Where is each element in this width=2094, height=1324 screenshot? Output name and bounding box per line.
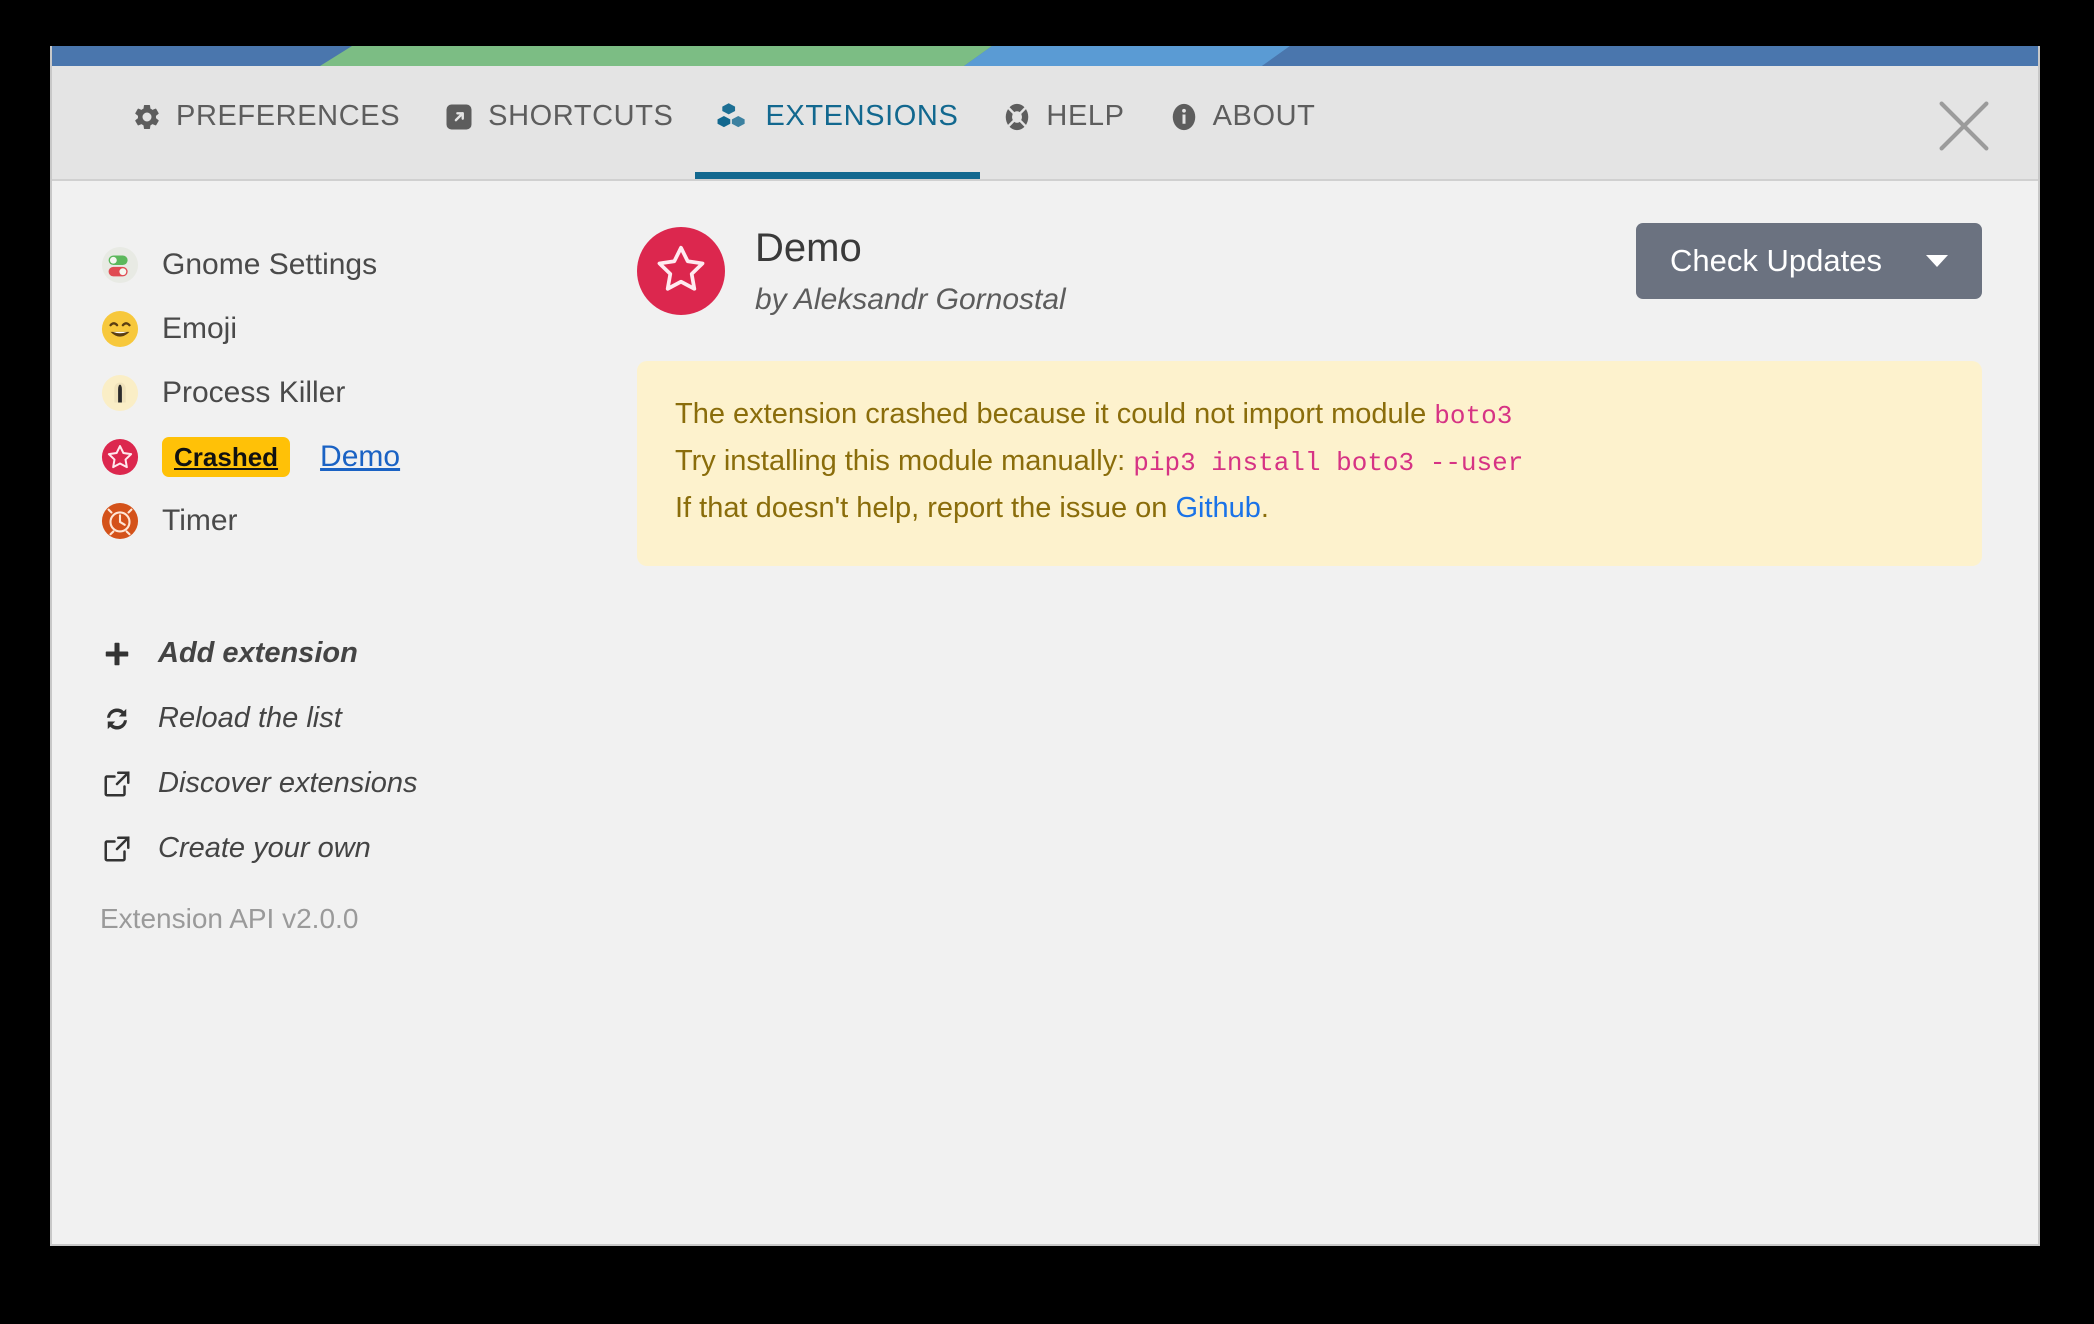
star-circle-icon xyxy=(100,437,140,477)
reload-list-button[interactable]: Reload the list xyxy=(100,686,597,751)
tab-about[interactable]: ABOUT xyxy=(1147,66,1338,179)
crash-install-command: pip3 install boto3 --user xyxy=(1133,447,1524,478)
sidebar-item-gnome-settings[interactable]: Gnome Settings xyxy=(100,233,597,297)
tab-label: SHORTCUTS xyxy=(488,100,674,132)
action-label: Reload the list xyxy=(158,702,342,734)
extension-header: Demo by Aleksandr Gornostal Check Update… xyxy=(637,223,1982,317)
sidebar-item-label[interactable]: Demo xyxy=(320,440,400,474)
crash-line-1: The extension crashed because it could n… xyxy=(675,391,1944,438)
sidebar-item-process-killer[interactable]: Process Killer xyxy=(100,361,597,425)
crash-line-3-suffix: . xyxy=(1260,491,1269,524)
crash-line-2-text: Try installing this module manually: xyxy=(675,444,1134,477)
crash-message-panel: The extension crashed because it could n… xyxy=(637,361,1982,566)
crash-line-2: Try installing this module manually: pip… xyxy=(675,438,1944,485)
crash-module-name: boto3 xyxy=(1434,401,1513,431)
body: Gnome Settings Emoji Process Killer Cras… xyxy=(52,181,2038,1244)
crash-line-1-text: The extension crashed because it could n… xyxy=(675,398,1435,430)
blocks-icon xyxy=(717,102,751,144)
close-icon[interactable] xyxy=(1932,94,1996,158)
crash-line-3-text: If that doesn't help, report the issue o… xyxy=(675,491,1176,524)
tab-extensions[interactable]: EXTENSIONS xyxy=(695,66,981,179)
page-title: Demo xyxy=(755,226,862,270)
tab-label: ABOUT xyxy=(1212,100,1316,132)
discover-extensions-button[interactable]: Discover extensions xyxy=(100,751,597,816)
star-icon xyxy=(637,227,725,315)
sidebar-item-emoji[interactable]: Emoji xyxy=(100,297,597,361)
external-link-icon xyxy=(100,767,134,801)
accent-segment-3 xyxy=(964,46,1290,66)
external-link-box-icon xyxy=(444,102,474,144)
accent-segment-1 xyxy=(52,46,352,66)
github-link[interactable]: Github xyxy=(1175,492,1260,524)
sidebar: Gnome Settings Emoji Process Killer Cras… xyxy=(52,181,597,1244)
extension-manager-window: PREFERENCES SHORTCUTS EXTENSIONS HELP AB… xyxy=(50,46,2040,1246)
tab-label: HELP xyxy=(1046,100,1125,132)
detail-pane: Demo by Aleksandr Gornostal Check Update… xyxy=(597,181,2038,1244)
tab-label: PREFERENCES xyxy=(176,100,401,132)
tab-preferences[interactable]: PREFERENCES xyxy=(110,66,422,179)
toggle-switches-icon xyxy=(100,245,140,285)
check-updates-label: Check Updates xyxy=(1670,243,1882,278)
status-badge: Crashed xyxy=(162,437,291,477)
accent-stripe xyxy=(52,46,2038,66)
accent-segment-4 xyxy=(1262,46,2038,66)
tab-shortcuts[interactable]: SHORTCUTS xyxy=(422,66,695,179)
extension-meta: Demo by Aleksandr Gornostal xyxy=(755,223,1066,317)
action-label: Create your own xyxy=(158,832,371,864)
add-extension-button[interactable]: Add extension xyxy=(100,621,597,686)
sidebar-item-label: Timer xyxy=(162,504,238,537)
sidebar-actions: Add extension Reload the list Discover e… xyxy=(100,621,597,935)
action-label: Add extension xyxy=(158,637,358,669)
lifebuoy-icon xyxy=(1002,102,1032,144)
chevron-down-icon[interactable] xyxy=(1926,255,1948,267)
tab-bar: PREFERENCES SHORTCUTS EXTENSIONS HELP AB… xyxy=(52,66,2038,181)
plus-icon xyxy=(100,637,134,671)
sidebar-item-label: Gnome Settings xyxy=(162,248,378,281)
sidebar-item-timer[interactable]: Timer xyxy=(100,489,597,553)
tab-label: EXTENSIONS xyxy=(765,100,959,132)
api-version-label: Extension API v2.0.0 xyxy=(100,903,359,934)
refresh-icon xyxy=(100,702,134,736)
accent-segment-2 xyxy=(320,46,992,66)
gear-icon xyxy=(132,102,162,144)
action-label: Discover extensions xyxy=(158,767,418,799)
sidebar-item-label: Process Killer xyxy=(162,376,346,409)
info-icon xyxy=(1169,102,1199,144)
crash-line-3: If that doesn't help, report the issue o… xyxy=(675,485,1944,532)
tombstone-icon xyxy=(100,373,140,413)
grinning-face-icon xyxy=(100,309,140,349)
check-updates-button[interactable]: Check Updates xyxy=(1636,223,1982,299)
extension-author: by Aleksandr Gornostal xyxy=(755,283,1066,316)
external-link-icon xyxy=(100,832,134,866)
sidebar-item-label: Emoji xyxy=(162,312,238,345)
tab-help[interactable]: HELP xyxy=(980,66,1146,179)
create-your-own-button[interactable]: Create your own xyxy=(100,816,597,881)
accent-stripe-svg xyxy=(52,46,2038,66)
alarm-clock-icon xyxy=(100,501,140,541)
sidebar-item-demo[interactable]: Crashed Demo xyxy=(100,425,597,489)
